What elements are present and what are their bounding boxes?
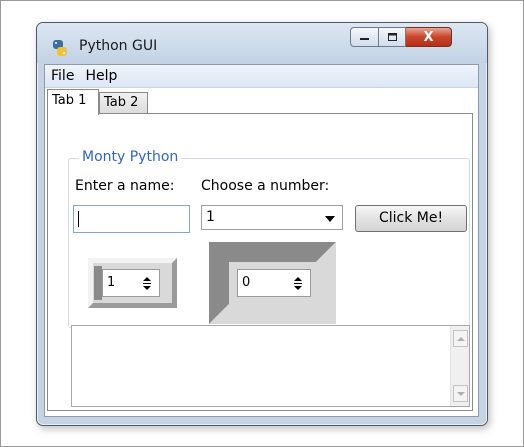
close-button[interactable]: X [406, 27, 452, 47]
caption-buttons: X [350, 27, 452, 49]
spinbox-2-value: 0 [242, 275, 251, 290]
window-title: Python GUI [79, 38, 158, 54]
scroll-down-button[interactable] [453, 385, 468, 402]
spin-divider [143, 282, 151, 284]
close-icon: X [423, 29, 434, 45]
spinbox-1-arrows[interactable] [141, 274, 153, 292]
spinbox-1-frame: 1 [88, 258, 177, 308]
text-cursor [78, 211, 79, 227]
minimize-button[interactable] [350, 27, 379, 47]
number-label: Choose a number: [201, 178, 330, 194]
tab-1[interactable]: Tab 1 [47, 89, 99, 115]
vertical-scrollbar[interactable] [450, 326, 469, 406]
title-bar[interactable]: Python GUI X [37, 23, 487, 63]
spinbox-1-inner: 1 [94, 266, 168, 300]
number-combobox[interactable]: 1 [201, 205, 343, 230]
spin-down-icon[interactable] [294, 285, 302, 290]
scroll-up-icon [456, 336, 465, 341]
menu-file[interactable]: File [45, 68, 79, 84]
tab-2[interactable]: Tab 2 [99, 92, 148, 113]
spinbox-2-frame: 0 [209, 242, 336, 324]
combobox-value: 1 [206, 209, 215, 225]
group-title: Monty Python [79, 149, 182, 165]
spinbox-1[interactable]: 1 [102, 269, 160, 297]
scrolled-text[interactable] [71, 325, 470, 407]
spin-up-icon[interactable] [294, 276, 302, 281]
spinbox-1-value: 1 [107, 275, 116, 290]
maximize-icon [387, 33, 397, 41]
scroll-down-icon [456, 391, 465, 396]
maximize-button[interactable] [379, 27, 406, 47]
name-entry[interactable] [73, 205, 190, 233]
name-label: Enter a name: [75, 178, 175, 194]
spin-divider [294, 282, 302, 284]
spinbox-2[interactable]: 0 [237, 269, 311, 297]
spin-up-icon[interactable] [143, 276, 151, 281]
minimize-icon [360, 38, 369, 40]
click-me-button[interactable]: Click Me! [355, 205, 467, 232]
menu-help[interactable]: Help [79, 68, 122, 84]
menu-bar: File Help [45, 65, 478, 88]
python-icon [53, 40, 67, 56]
scroll-up-button[interactable] [453, 330, 468, 347]
spinbox-1-shadow [94, 266, 102, 300]
spinbox-2-arrows[interactable] [292, 274, 304, 292]
spin-down-icon[interactable] [143, 285, 151, 290]
chevron-down-icon[interactable] [325, 216, 335, 222]
